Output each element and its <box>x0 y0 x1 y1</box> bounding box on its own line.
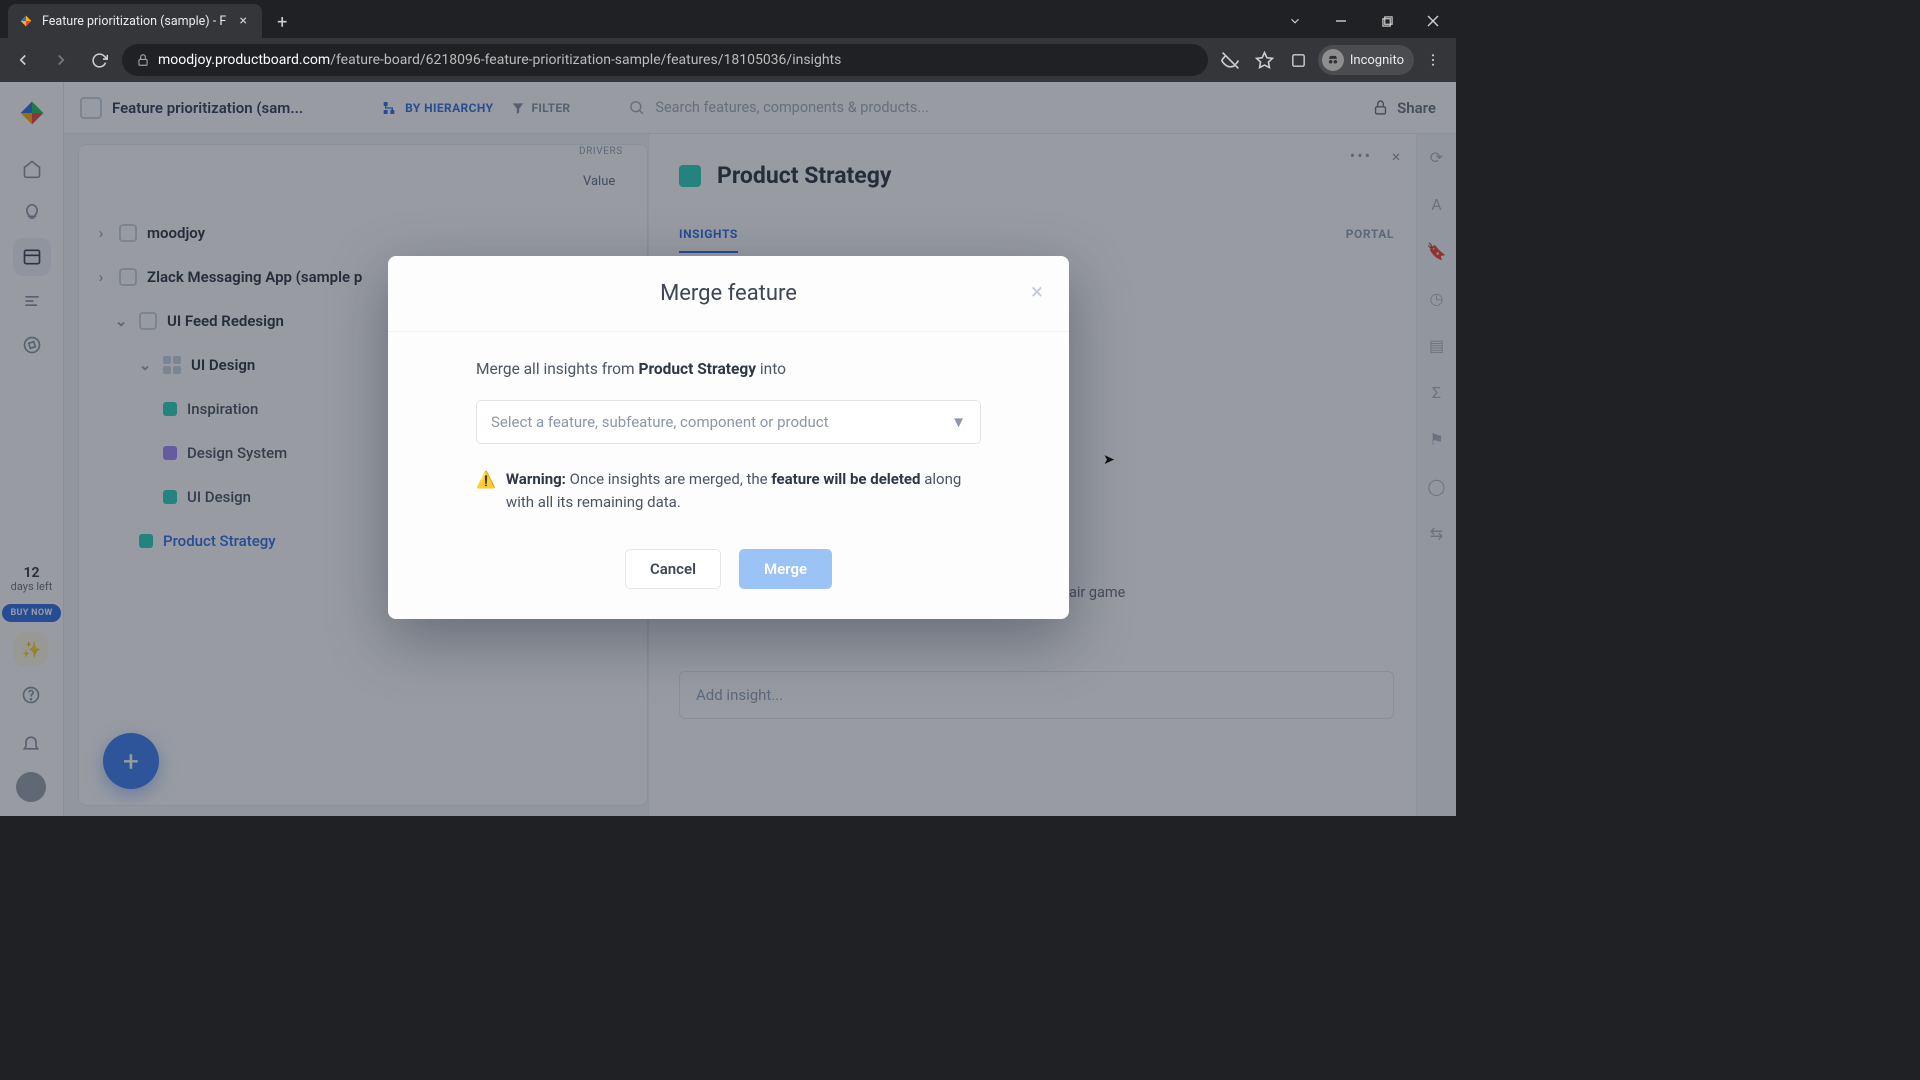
browser-tab[interactable]: Feature prioritization (sample) - F × <box>8 4 262 38</box>
window-controls <box>1272 4 1456 38</box>
tab-title: Feature prioritization (sample) - F <box>42 14 226 29</box>
eye-off-icon[interactable] <box>1216 45 1246 75</box>
target-feature-select[interactable]: Select a feature, subfeature, component … <box>476 400 981 444</box>
tab-close-icon[interactable]: × <box>234 13 252 29</box>
favicon-icon <box>18 13 34 29</box>
incognito-icon <box>1322 49 1344 71</box>
cursor-icon: ➤ <box>1103 452 1115 468</box>
browser-tabstrip: Feature prioritization (sample) - F × + <box>0 0 1456 38</box>
url-path: /feature-board/6218096-feature-prioritiz… <box>330 52 841 68</box>
url-host: moodjoy.productboard.com <box>158 52 330 68</box>
merge-description: Merge all insights from Product Strategy… <box>476 360 981 378</box>
maximize-button[interactable] <box>1364 4 1410 38</box>
address-bar[interactable]: moodjoy.productboard.com/feature-board/6… <box>122 44 1208 76</box>
browser-toolbar: moodjoy.productboard.com/feature-board/6… <box>0 38 1456 82</box>
bookmark-star-icon[interactable] <box>1250 45 1280 75</box>
reload-button[interactable] <box>84 45 114 75</box>
incognito-indicator[interactable]: Incognito <box>1318 45 1414 75</box>
close-window-button[interactable] <box>1410 4 1456 38</box>
forward-button[interactable] <box>46 45 76 75</box>
kebab-menu-icon[interactable] <box>1418 45 1448 75</box>
incognito-label: Incognito <box>1350 53 1404 68</box>
modal-close-icon[interactable]: × <box>1023 278 1051 306</box>
warning-icon: ⚠️ <box>476 468 496 513</box>
extensions-icon[interactable] <box>1284 45 1314 75</box>
new-tab-button[interactable]: + <box>268 8 296 36</box>
minimize-button[interactable] <box>1318 4 1364 38</box>
back-button[interactable] <box>8 45 38 75</box>
warning-message: ⚠️ Warning: Once insights are merged, th… <box>476 468 981 513</box>
lock-icon <box>136 53 150 67</box>
tab-search-icon[interactable] <box>1272 4 1318 38</box>
merge-feature-modal: Merge feature × Merge all insights from … <box>388 256 1069 619</box>
cancel-button[interactable]: Cancel <box>625 549 721 589</box>
caret-down-icon: ▼ <box>951 413 966 431</box>
modal-title: Merge feature <box>660 281 797 306</box>
merge-button[interactable]: Merge <box>739 549 832 589</box>
select-placeholder: Select a feature, subfeature, component … <box>491 413 829 431</box>
